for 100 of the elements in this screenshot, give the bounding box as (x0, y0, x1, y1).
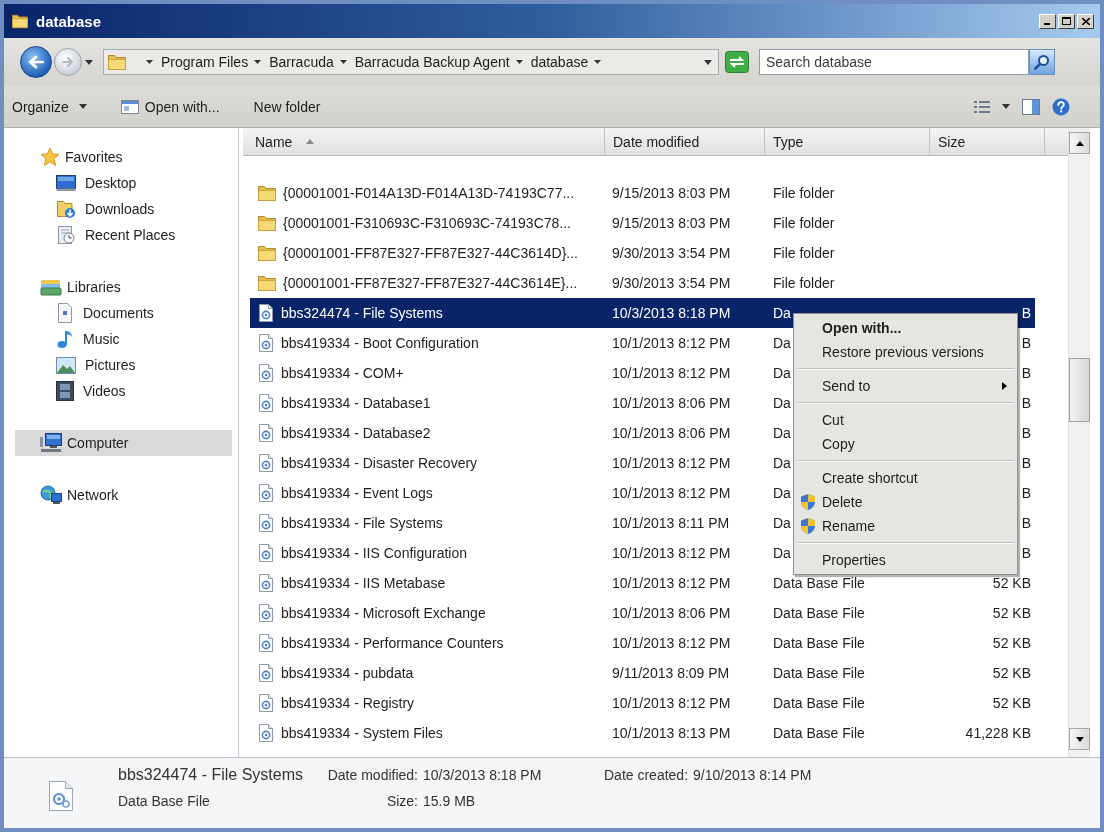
date-modified: 10/1/2013 8:06 PM (612, 605, 731, 621)
address-bar[interactable]: Program Files Barracuda Barracuda Backup Agent database (103, 49, 719, 75)
computer-icon (40, 433, 62, 453)
file-name[interactable]: bbs419334 - IIS Metabase (281, 575, 446, 591)
file-name[interactable]: bbs324474 - File Systems (281, 305, 443, 321)
search-button[interactable] (1029, 49, 1055, 75)
scroll-thumb[interactable] (1069, 358, 1090, 422)
menu-item[interactable]: Cut (794, 408, 1017, 432)
file-name[interactable]: bbs419334 - Performance Counters (281, 635, 504, 651)
down-triangle-icon (1075, 736, 1084, 742)
breadcrumb[interactable]: Program Files (161, 54, 249, 70)
file-name[interactable]: bbs419334 - File Systems (281, 515, 443, 531)
refresh-icon[interactable] (725, 51, 749, 73)
file-type: File folder (773, 185, 835, 201)
menu-item[interactable]: Copy (794, 432, 1017, 456)
close-button[interactable] (1077, 13, 1094, 29)
nav-item[interactable]: Downloads (15, 196, 232, 222)
file-name[interactable]: {00001001-FF87E327-FF87E327-44C3614E}... (283, 275, 578, 291)
breadcrumb-caret-icon[interactable] (254, 60, 262, 64)
nav-item[interactable]: Desktop (15, 170, 232, 196)
scroll-down-button[interactable] (1069, 728, 1090, 750)
nav-item[interactable]: Recent Places (15, 222, 232, 248)
shield-icon (800, 517, 816, 535)
file-type: Data Base File (773, 665, 865, 681)
date-modified: 10/1/2013 8:06 PM (612, 425, 731, 441)
breadcrumb-caret-icon[interactable] (146, 60, 153, 64)
nav-item[interactable]: Computer (15, 430, 232, 456)
back-button[interactable] (20, 46, 52, 78)
file-name[interactable]: bbs419334 - Event Logs (281, 485, 433, 501)
menu-item[interactable]: Send to (794, 374, 1017, 398)
nav-item[interactable]: Libraries (15, 274, 232, 300)
file-name[interactable]: bbs419334 - Database2 (281, 425, 431, 441)
file-type: Da (773, 455, 791, 471)
file-icon (258, 394, 274, 412)
maximize-button[interactable] (1058, 13, 1075, 29)
nav-item[interactable]: Pictures (15, 352, 232, 378)
date-modified: 9/30/2013 3:54 PM (612, 245, 731, 261)
file-name[interactable]: bbs419334 - IIS Configuration (281, 545, 467, 561)
file-icon (258, 514, 274, 532)
file-name[interactable]: {00001001-F310693C-F310693C-74193C78... (283, 215, 571, 231)
toolbar-button[interactable]: Open with... (114, 94, 226, 119)
film-icon (56, 381, 74, 401)
file-name[interactable]: bbs419334 - Disaster Recovery (281, 455, 478, 471)
folder-icon (12, 13, 28, 29)
view-caret-icon[interactable] (1002, 104, 1010, 109)
nav-item[interactable]: Documents (15, 300, 232, 326)
nav-item[interactable]: Favorites (15, 144, 232, 170)
column-header[interactable]: Type (765, 128, 930, 155)
file-name[interactable]: {00001001-F014A13D-F014A13D-74193C77... (283, 185, 575, 201)
column-header[interactable]: Size (930, 128, 1045, 155)
breadcrumb[interactable]: Barracuda Backup Agent (354, 54, 510, 70)
menu-item[interactable]: Properties (794, 548, 1017, 572)
file-size: 52 KB (992, 575, 1031, 591)
scroll-up-button[interactable] (1069, 132, 1090, 154)
breadcrumb-caret-icon[interactable] (594, 60, 602, 64)
file-name[interactable]: bbs419334 - Boot Configuration (281, 335, 479, 351)
file-name[interactable]: bbs419334 - Database1 (281, 395, 431, 411)
breadcrumb[interactable]: database (530, 54, 589, 70)
file-type: Da (773, 545, 791, 561)
menu-item[interactable]: Open with... (794, 316, 1017, 340)
minimize-button[interactable] (1039, 13, 1056, 29)
history-caret-icon[interactable] (85, 59, 93, 65)
file-name[interactable]: bbs419334 - Registry (281, 695, 415, 711)
file-name[interactable]: bbs419334 - COM+ (281, 365, 404, 381)
folder-icon (108, 53, 126, 71)
file-size: 52 KB (992, 665, 1031, 681)
breadcrumb-caret-icon[interactable] (515, 60, 523, 64)
menu-button[interactable]: Organize (6, 94, 93, 119)
nav-item[interactable]: Music (15, 326, 232, 352)
caret-icon (78, 104, 87, 109)
breadcrumb-caret-icon[interactable] (339, 60, 347, 64)
file-type: File folder (773, 215, 835, 231)
document-icon (56, 303, 74, 323)
file-name[interactable]: bbs419334 - pubdata (281, 665, 414, 681)
menu-item[interactable]: Restore previous versions (794, 340, 1017, 364)
column-header[interactable]: Name (243, 128, 605, 155)
file-type: Data Base File (773, 575, 865, 591)
search-field[interactable]: Search database (759, 49, 1029, 75)
menu-item[interactable]: Rename (794, 514, 1017, 538)
nav-item[interactable]: Network (15, 482, 232, 508)
folder-icon (258, 215, 276, 231)
preview-pane-icon[interactable] (1022, 98, 1040, 115)
file-name[interactable]: bbs419334 - Microsoft Exchange (281, 605, 486, 621)
address-dropdown-icon[interactable] (704, 59, 712, 65)
file-type: File folder (773, 245, 835, 261)
file-name[interactable]: {00001001-FF87E327-FF87E327-44C3614D}... (283, 245, 578, 261)
file-icon (258, 664, 274, 682)
file-type: Da (773, 335, 791, 351)
vertical-scrollbar[interactable] (1068, 128, 1090, 757)
help-icon[interactable] (1052, 97, 1070, 116)
detail-value: 15.9 MB (422, 793, 476, 809)
list-view-icon[interactable] (974, 99, 990, 114)
breadcrumb[interactable]: Barracuda (269, 54, 334, 70)
menu-item[interactable]: Delete (794, 490, 1017, 514)
menu-item[interactable]: Create shortcut (794, 466, 1017, 490)
file-name[interactable]: bbs419334 - System Files (281, 725, 443, 741)
column-header[interactable]: Date modified (605, 128, 765, 155)
star-icon (40, 147, 60, 167)
nav-item[interactable]: Videos (15, 378, 232, 404)
toolbar-button[interactable]: New folder (247, 94, 327, 119)
